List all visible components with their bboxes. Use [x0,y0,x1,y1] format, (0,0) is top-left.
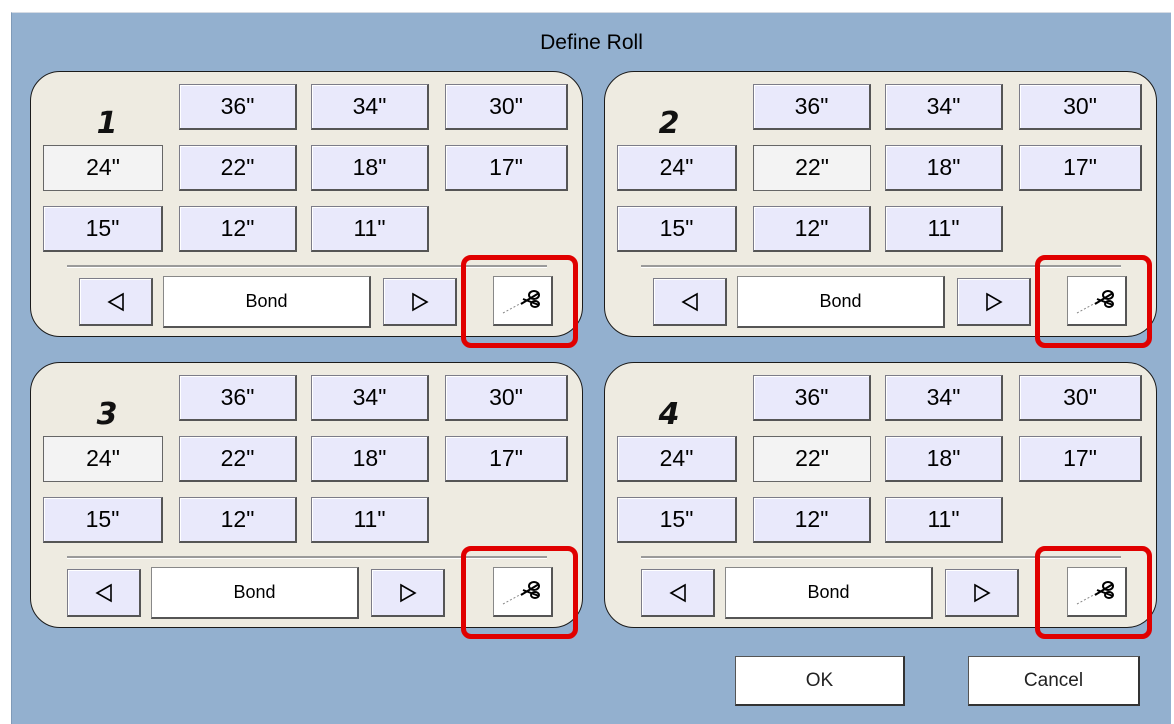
size-button[interactable]: 15" [617,497,737,543]
scissors-icon [1076,289,1114,313]
size-button[interactable]: 30" [1019,84,1142,130]
next-media-button[interactable] [383,278,457,326]
size-button[interactable]: 18" [885,436,1003,482]
roll-number: 2 [658,106,680,141]
size-button[interactable]: 11" [885,497,1003,543]
panel-divider [641,265,1121,268]
size-button[interactable]: 18" [311,436,429,482]
right-triangle-icon [399,583,417,602]
prev-media-button[interactable] [653,278,727,326]
size-button[interactable]: 15" [43,497,163,543]
cutter-button[interactable] [1067,567,1127,617]
roll-panel-4: 4 36" 34" 30" 24" 22" 18" 17" 15" 12" 11" Bond [604,362,1157,639]
size-button[interactable]: 24" [617,145,737,191]
cutter-button[interactable] [1067,276,1127,326]
next-media-button[interactable] [945,569,1019,617]
size-button[interactable]: 11" [311,497,429,543]
size-button[interactable]: 22" [179,145,297,191]
size-button[interactable]: 15" [617,206,737,252]
size-button[interactable]: 30" [1019,375,1142,421]
dialog-title: Define Roll [540,31,643,54]
size-button[interactable]: 24" [43,145,163,191]
right-triangle-icon [985,292,1003,311]
size-button[interactable]: 36" [753,375,871,421]
size-button[interactable]: 36" [753,84,871,130]
panel-divider [67,265,547,268]
prev-media-button[interactable] [641,569,715,617]
media-type-display: Bond [163,276,371,328]
roll-number: 3 [96,397,118,432]
roll-panel-3: 3 36" 34" 30" 24" 22" 18" 17" 15" 12" 11" Bond [30,362,583,639]
scissors-icon [502,289,540,313]
size-button[interactable]: 18" [885,145,1003,191]
prev-media-button[interactable] [67,569,141,617]
size-button[interactable]: 12" [753,206,871,252]
size-button[interactable]: 12" [179,497,297,543]
size-button[interactable]: 34" [311,84,429,130]
cutter-button[interactable] [493,276,553,326]
size-button[interactable]: 17" [1019,145,1142,191]
panel-divider [641,556,1121,559]
panel-divider [67,556,547,559]
roll-number: 1 [96,106,118,141]
size-button[interactable]: 11" [885,206,1003,252]
size-button[interactable]: 22" [179,436,297,482]
size-button[interactable]: 22" [753,145,871,191]
next-media-button[interactable] [957,278,1031,326]
size-button[interactable]: 22" [753,436,871,482]
size-button[interactable]: 15" [43,206,163,252]
size-button[interactable]: 36" [179,375,297,421]
right-triangle-icon [411,292,429,311]
scissors-icon [502,580,540,604]
cutter-button[interactable] [493,567,553,617]
size-button[interactable]: 34" [311,375,429,421]
size-button[interactable]: 30" [445,84,568,130]
media-type-display: Bond [737,276,945,328]
cancel-button[interactable]: Cancel [968,656,1140,706]
media-type-display: Bond [725,567,933,619]
size-button[interactable]: 30" [445,375,568,421]
ok-button[interactable]: OK [735,656,905,706]
left-triangle-icon [106,292,124,311]
size-button[interactable]: 17" [445,436,568,482]
left-triangle-icon [94,583,112,602]
right-triangle-icon [973,583,991,602]
next-media-button[interactable] [371,569,445,617]
prev-media-button[interactable] [79,278,153,326]
media-type-display: Bond [151,567,359,619]
roll-panel-1: 1 36" 34" 30" 24" 22" 18" 17" 15" 12" 11" Bond [30,71,583,348]
size-button[interactable]: 11" [311,206,429,252]
size-button[interactable]: 24" [43,436,163,482]
size-button[interactable]: 12" [179,206,297,252]
roll-panel-2: 2 36" 34" 30" 24" 22" 18" 17" 15" 12" 11" Bond [604,71,1157,348]
size-button[interactable]: 18" [311,145,429,191]
roll-number: 4 [658,397,680,432]
size-button[interactable]: 17" [1019,436,1142,482]
left-triangle-icon [680,292,698,311]
size-button[interactable]: 24" [617,436,737,482]
left-triangle-icon [668,583,686,602]
scissors-icon [1076,580,1114,604]
size-button[interactable]: 34" [885,84,1003,130]
size-button[interactable]: 17" [445,145,568,191]
size-button[interactable]: 34" [885,375,1003,421]
size-button[interactable]: 36" [179,84,297,130]
size-button[interactable]: 12" [753,497,871,543]
